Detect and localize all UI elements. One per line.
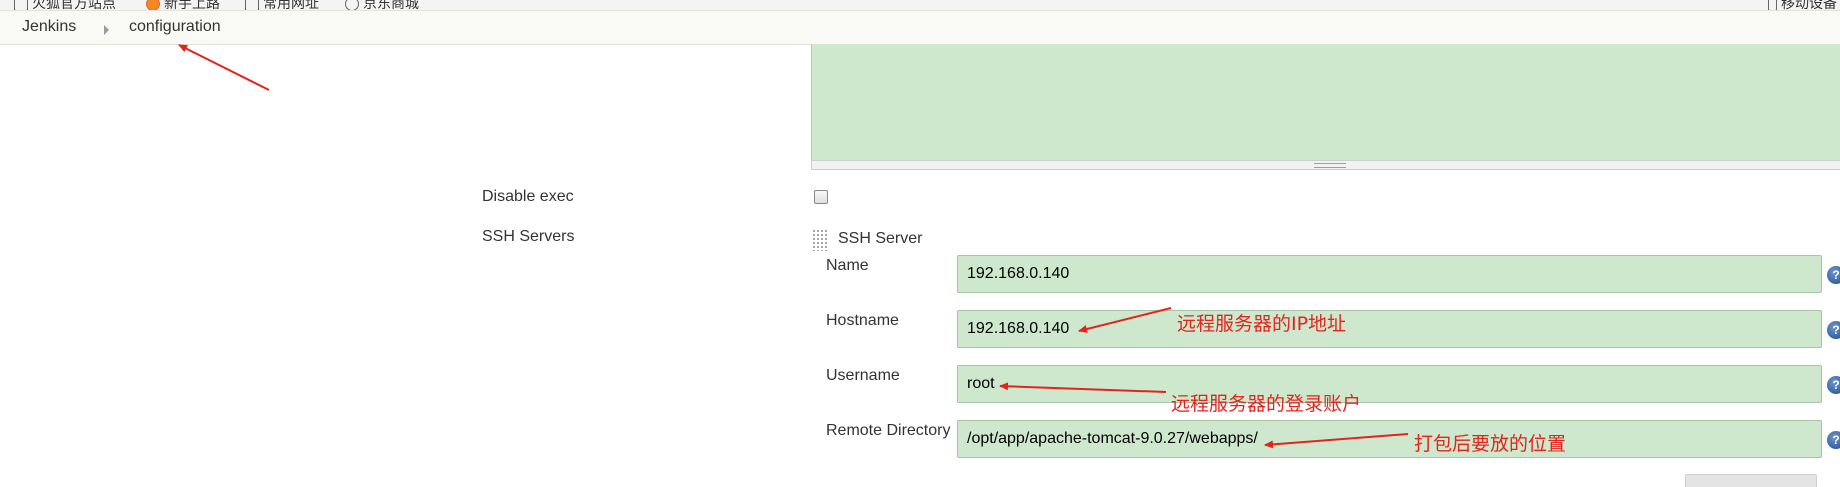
breadcrumb-arrow (178, 44, 270, 91)
username-annotation: 远程服务器的登录账户 (1171, 393, 1362, 415)
breadcrumb: Jenkins configuration (0, 11, 1840, 45)
folder-icon (14, 0, 28, 10)
remote-directory-input[interactable] (957, 420, 1822, 458)
disable-exec-label: Disable exec (482, 188, 574, 205)
ssh-server-title: SSH Server (838, 230, 923, 247)
name-help-icon[interactable]: ? (1827, 266, 1840, 284)
name-input[interactable] (957, 255, 1822, 293)
hostname-input[interactable] (957, 310, 1822, 348)
bottom-button[interactable] (1685, 474, 1817, 487)
script-textarea[interactable] (811, 44, 1840, 161)
mobile-icon (1768, 0, 1777, 10)
ssh-servers-label: SSH Servers (482, 228, 575, 245)
username-help-icon[interactable]: ? (1827, 376, 1840, 394)
breadcrumb-jenkins[interactable]: Jenkins (22, 18, 76, 36)
bookmark-firefox-site[interactable]: 火狐官方站点 (14, 0, 116, 10)
textarea-resize-handle[interactable] (811, 160, 1840, 170)
username-input[interactable] (957, 365, 1822, 403)
bookmark-jd[interactable]: 京东商城 (345, 0, 419, 10)
hostname-help-icon[interactable]: ? (1827, 321, 1840, 339)
bookmark-common-sites[interactable]: 常用网址 (245, 0, 319, 10)
name-label: Name (826, 257, 869, 274)
firefox-icon (146, 0, 160, 10)
folder-icon (245, 0, 259, 10)
globe-icon (345, 0, 359, 10)
bookmarks-bar: 火狐官方站点 新手上路 常用网址 京东商城 移动设备 (0, 0, 1840, 11)
disable-exec-checkbox[interactable] (814, 190, 828, 204)
bookmark-mobile[interactable]: 移动设备 (1768, 0, 1837, 10)
drag-handle-icon[interactable] (812, 229, 828, 251)
breadcrumb-chevron-icon (104, 25, 109, 35)
remote-dir-annotation: 打包后要放的位置 (1414, 433, 1567, 455)
breadcrumb-configuration[interactable]: configuration (129, 18, 221, 36)
remote-directory-help-icon[interactable]: ? (1827, 431, 1840, 449)
hostname-annotation: 远程服务器的IP地址 (1177, 313, 1347, 335)
remote-directory-label: Remote Directory (826, 422, 951, 439)
resize-grip-icon (1314, 163, 1346, 168)
username-label: Username (826, 367, 900, 384)
hostname-label: Hostname (826, 312, 899, 329)
bookmark-getting-started[interactable]: 新手上路 (146, 0, 220, 10)
